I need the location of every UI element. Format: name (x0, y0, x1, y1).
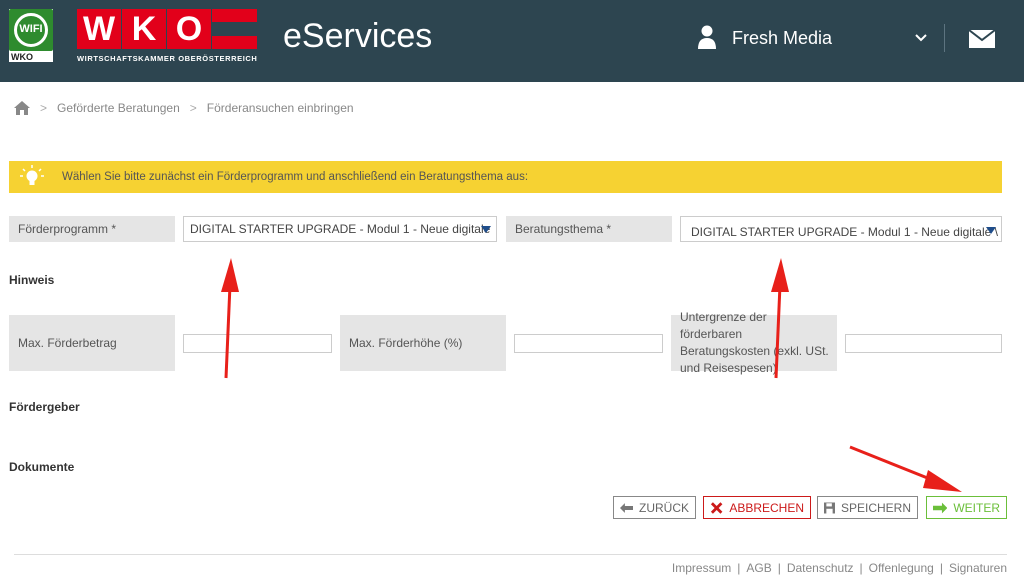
annotation-arrow-shaft (224, 284, 232, 379)
foerderprogramm-selected-value: DIGITAL STARTER UPGRADE - Modul 1 - Neue… (190, 222, 491, 236)
footer-divider (14, 554, 1007, 555)
home-icon[interactable] (14, 101, 30, 115)
footer-separator: | (737, 561, 741, 575)
wko-logo-flag (212, 9, 257, 49)
annotation-arrow-shaft (849, 445, 936, 483)
next-button-label: WEITER (953, 500, 1000, 515)
breadcrumb: > Geförderte Beratungen > Förderansuchen… (14, 101, 354, 115)
wko-logo-letter-w: W (77, 9, 121, 49)
foerderprogramm-label: Förderprogramm * (9, 216, 175, 242)
cancel-button-label: ABBRECHEN (729, 500, 804, 515)
footer-link-offenlegung[interactable]: Offenlegung (869, 561, 934, 575)
dokumente-title: Dokumente (9, 460, 75, 474)
back-button[interactable]: ZURÜCK (613, 496, 696, 519)
footer-link-datenschutz[interactable]: Datenschutz (787, 561, 854, 575)
next-button[interactable]: WEITER (926, 496, 1007, 519)
footer-links: Impressum | AGB | Datenschutz | Offenleg… (672, 561, 1007, 575)
save-button[interactable]: SPEICHERN (817, 496, 918, 519)
footer-link-agb[interactable]: AGB (746, 561, 771, 575)
top-header: WIFI WKO W K O WIRTSCHAFTSKAMMER OBERÖST… (0, 0, 1024, 82)
wko-logo-subtitle: WIRTSCHAFTSKAMMER OBERÖSTERREICH (77, 54, 258, 63)
header-divider (944, 24, 945, 52)
breadcrumb-separator: > (40, 101, 48, 115)
hinweis-title: Hinweis (9, 273, 55, 287)
mail-icon[interactable] (969, 28, 995, 48)
annotation-arrow-head (923, 470, 962, 492)
footer-separator: | (777, 561, 781, 575)
chevron-down-icon[interactable] (914, 33, 928, 43)
annotation-arrow-head (221, 258, 239, 292)
beratungsthema-label: Beratungsthema * (506, 216, 672, 242)
breadcrumb-separator: > (189, 101, 197, 115)
arrow-right-icon (933, 502, 948, 513)
footer-link-signaturen[interactable]: Signaturen (949, 561, 1007, 575)
dropdown-arrow-icon (481, 226, 491, 233)
wifi-logo-text: WIFI (19, 23, 43, 35)
arrow-left-icon (620, 502, 633, 513)
hint-text: Wählen Sie bitte zunächst ein Förderprog… (62, 171, 529, 183)
foerdergeber-title: Fördergeber (9, 400, 80, 414)
foerderprogramm-select[interactable]: DIGITAL STARTER UPGRADE - Modul 1 - Neue… (183, 216, 497, 242)
hint-banner: Wählen Sie bitte zunächst ein Förderprog… (9, 161, 1002, 193)
wko-logo-letter-o: O (167, 9, 211, 49)
footer-separator: | (939, 561, 943, 575)
max-foerderbetrag-label: Max. Förderbetrag (9, 315, 175, 371)
dropdown-arrow-icon (986, 227, 996, 234)
floppy-disk-icon (824, 502, 835, 513)
lightbulb-icon (20, 165, 44, 185)
save-button-label: SPEICHERN (840, 500, 911, 515)
user-name[interactable]: Fresh Media (732, 28, 832, 49)
app-title: eServices (283, 17, 433, 55)
untergrenze-label: Untergrenze der förderbaren Beratungskos… (671, 310, 837, 375)
untergrenze-field[interactable] (845, 334, 1002, 353)
close-icon (710, 501, 723, 514)
footer-link-impressum[interactable]: Impressum (672, 561, 731, 575)
wko-logo[interactable]: W K O WIRTSCHAFTSKAMMER OBERÖSTERREICH (77, 9, 257, 64)
cancel-button[interactable]: ABBRECHEN (703, 496, 811, 519)
wifi-logo[interactable]: WIFI WKO (9, 9, 53, 62)
footer-separator: | (859, 561, 863, 575)
breadcrumb-item-foerderansuchen: Förderansuchen einbringen (206, 101, 354, 115)
annotation-arrow-head (771, 258, 789, 292)
wifi-logo-subtext: WKO (11, 52, 33, 62)
max-foerderhoehe-field[interactable] (514, 334, 663, 353)
back-button-label: ZURÜCK (639, 500, 689, 515)
max-foerderbetrag-field[interactable] (183, 334, 332, 353)
max-foerderhoehe-label: Max. Förderhöhe (%) (340, 315, 506, 371)
breadcrumb-item-gefoerderte-beratungen[interactable]: Geförderte Beratungen (57, 101, 180, 115)
user-icon[interactable] (697, 25, 717, 49)
beratungsthema-select[interactable]: DIGITAL STARTER UPGRADE - Modul 1 - Neue… (680, 216, 1002, 242)
beratungsthema-selected-value: DIGITAL STARTER UPGRADE - Modul 1 - Neue… (691, 225, 998, 239)
wko-logo-letter-k: K (122, 9, 166, 49)
